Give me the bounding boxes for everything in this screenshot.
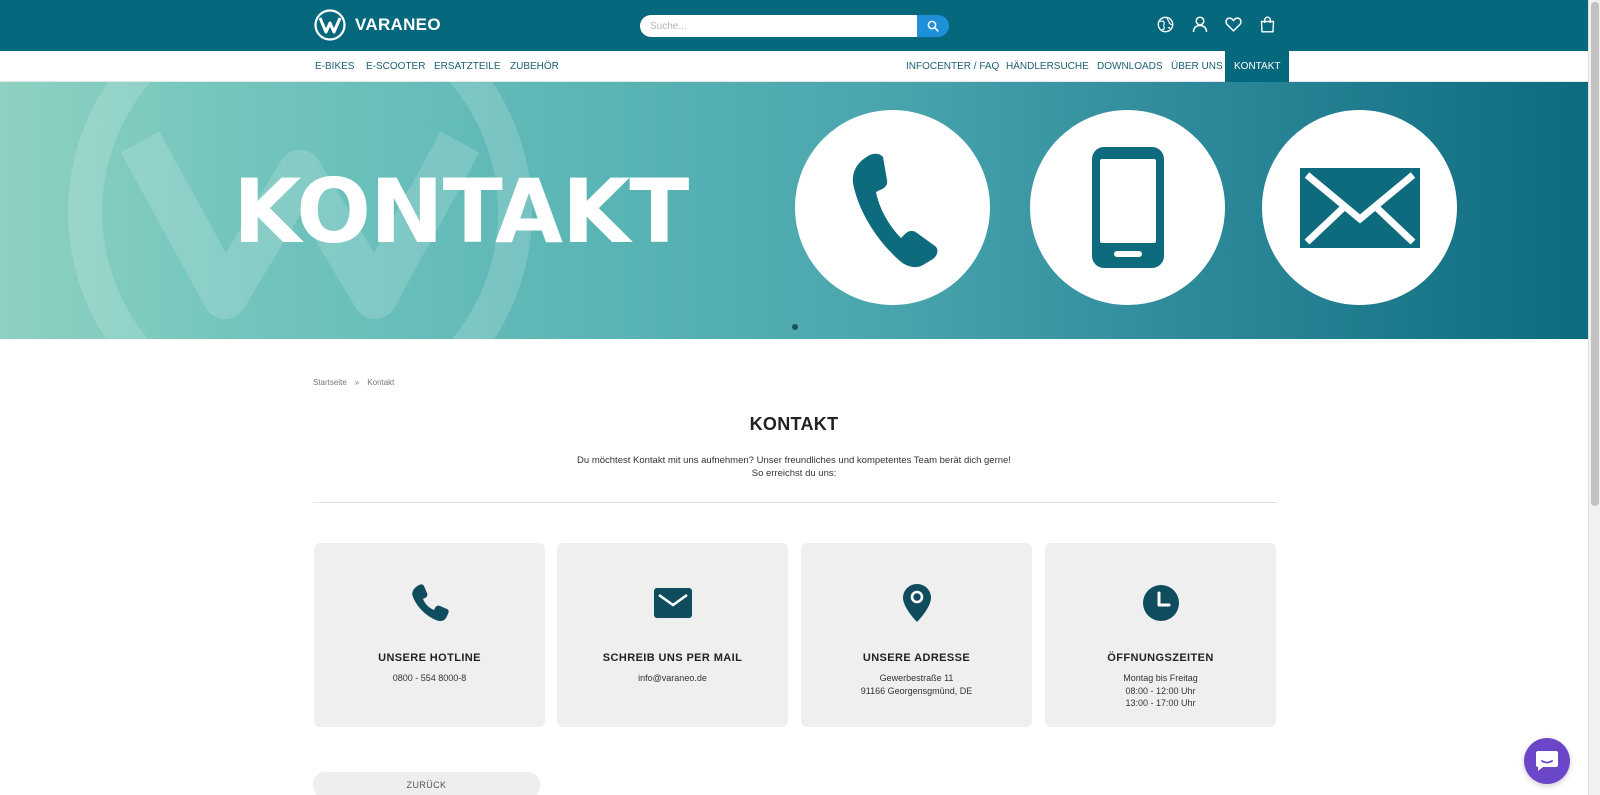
card-title: SCHREIB UNS PER MAIL (602, 652, 743, 664)
address-street: Gewerbestraße 11 (879, 673, 954, 683)
address-card: UNSERE ADRESSE Gewerbestraße 11 91166 Ge… (801, 543, 1032, 727)
hero-phone-circle (795, 110, 990, 305)
mail-card: SCHREIB UNS PER MAIL info@varaneo.de (557, 543, 788, 727)
logo-icon (314, 9, 346, 41)
location-pin-icon (902, 584, 931, 622)
search-button[interactable] (917, 15, 949, 37)
intro-line-2: So erreichst du uns: (751, 468, 837, 479)
clock-icon (1142, 585, 1179, 621)
phone-icon (411, 584, 449, 622)
intro-line-1: Du möchtest Kontakt mit uns aufnehmen? U… (577, 455, 1011, 466)
nav-item-zubehoer[interactable]: ZUBEHÖR (510, 51, 559, 82)
nav-item-kontakt[interactable]: KONTAKT (1225, 51, 1290, 82)
card-title: UNSERE HOTLINE (378, 652, 481, 664)
card-title: ÖFFNUNGSZEITEN (1107, 652, 1214, 664)
nav-item-e-scooter[interactable]: E-SCOOTER (366, 51, 425, 82)
hero-mail-circle (1262, 110, 1457, 305)
nav-item-ersatzteile[interactable]: ERSATZTEILE (434, 51, 501, 82)
wishlist-button[interactable] (1224, 14, 1243, 34)
bag-icon (1260, 15, 1275, 32)
scrollbar-thumb[interactable] (1591, 2, 1599, 506)
cart-button[interactable] (1258, 14, 1277, 34)
envelope-icon (1299, 167, 1420, 248)
globe-icon (1157, 16, 1174, 32)
divider (313, 502, 1277, 503)
back-button[interactable]: ZURÜCK (313, 772, 540, 795)
card-title: UNSERE ADRESSE (862, 652, 971, 664)
scrollbar[interactable] (1588, 0, 1600, 795)
search-input[interactable] (640, 15, 918, 37)
account-button[interactable] (1190, 14, 1209, 34)
hero-title: KONTAKT (233, 160, 689, 263)
address-city: 91166 Georgensgmünd, DE (860, 685, 973, 696)
header-icons (1156, 14, 1277, 34)
logo[interactable]: VARANEO (313, 9, 441, 41)
top-bar: VARANEO (0, 0, 1588, 51)
search-icon (927, 20, 939, 32)
smartphone-icon (1091, 147, 1164, 268)
email-link[interactable]: info@varaneo.de (557, 672, 788, 685)
breadcrumb-separator: » (354, 378, 360, 387)
breadcrumb-current[interactable]: Kontakt (367, 378, 394, 387)
intro-text: Du möchtest Kontakt mit uns aufnehmen? U… (0, 454, 1588, 480)
logo-text: VARANEO (355, 15, 441, 34)
chat-button[interactable] (1524, 738, 1570, 784)
nav-item-ueber-uns[interactable]: ÜBER UNS (1171, 51, 1223, 82)
hotline-card: UNSERE HOTLINE 0800 - 554 8000-8 (314, 543, 545, 727)
chat-bubble-icon (1536, 751, 1558, 771)
hero-mobile-circle (1030, 110, 1225, 305)
nav-item-e-bikes[interactable]: E-BIKES (315, 51, 354, 82)
slider-dot[interactable] (792, 324, 798, 330)
opening-days: Montag bis Freitag (1123, 673, 1198, 683)
breadcrumb: Startseite » Kontakt (313, 378, 394, 387)
nav-item-haendlersuche[interactable]: HÄNDLERSUCHE (1006, 51, 1089, 82)
heart-icon (1225, 16, 1242, 32)
opening-time-morning: 08:00 - 12:00 Uhr (1125, 685, 1196, 696)
search-bar (640, 15, 949, 37)
user-icon (1192, 15, 1207, 32)
phone-icon (852, 153, 937, 267)
opening-time-afternoon: 13:00 - 17:00 Uhr (1125, 698, 1196, 708)
nav-item-downloads[interactable]: DOWNLOADS (1097, 51, 1163, 82)
page-title: KONTAKT (749, 414, 839, 434)
hotline-number[interactable]: 0800 - 554 8000-8 (314, 672, 545, 685)
main-navigation: E-BIKES E-SCOOTER ERSATZTEILE ZUBEHÖR IN… (0, 51, 1588, 82)
opening-hours-card: ÖFFNUNGSZEITEN Montag bis Freitag 08:00 … (1045, 543, 1276, 727)
breadcrumb-home[interactable]: Startseite (313, 378, 347, 387)
nav-item-infocenter-faq[interactable]: INFOCENTER / FAQ (906, 51, 999, 82)
mail-icon (653, 588, 692, 618)
page: VARANEO Suche... E-BIKES E-SCOOTER ERSAT… (0, 0, 1600, 795)
hero-banner: KONTAKT (0, 82, 1588, 339)
language-button[interactable] (1156, 14, 1175, 34)
